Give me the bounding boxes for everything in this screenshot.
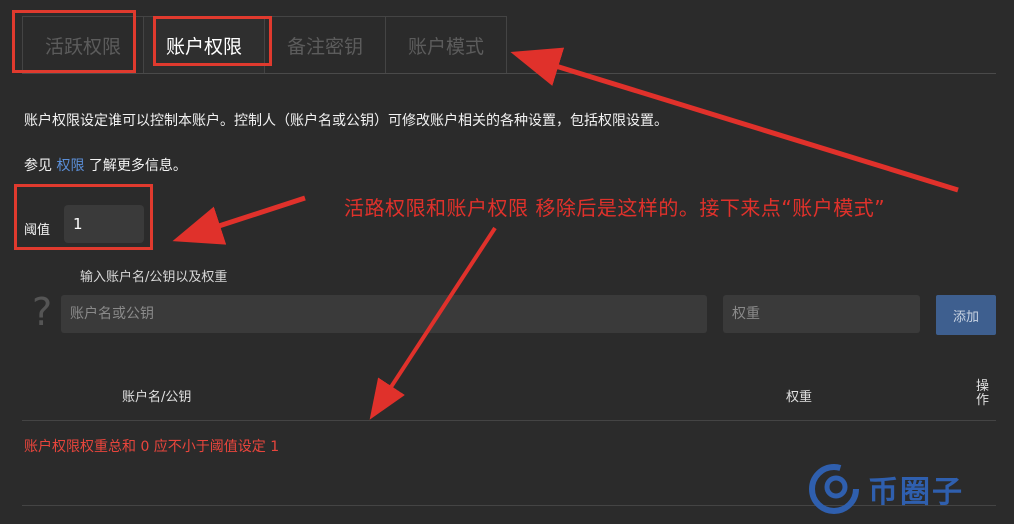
arrow-to-account-mode xyxy=(510,47,959,193)
watermark-text: 币圈子 xyxy=(868,475,964,510)
arrow-to-table xyxy=(369,226,497,420)
watermark: 币圈子 xyxy=(806,458,964,520)
annotation-arrows xyxy=(172,47,959,420)
coin-logo-icon xyxy=(809,464,859,514)
arrow-to-threshold xyxy=(172,195,306,245)
